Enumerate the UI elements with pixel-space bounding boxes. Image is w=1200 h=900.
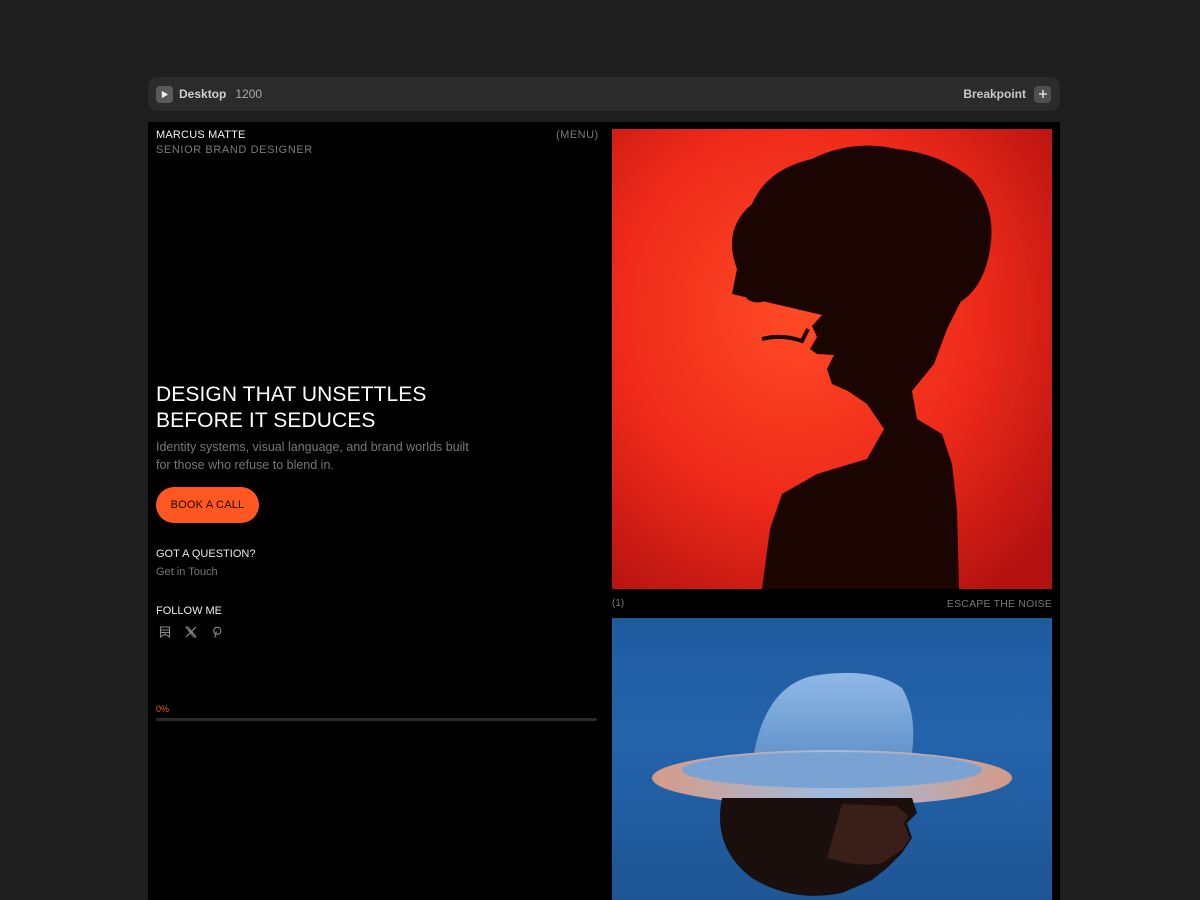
gallery-item-caption: ESCAPE THE NOISE <box>946 598 1052 610</box>
silhouette-profile-image <box>612 129 1052 589</box>
add-breakpoint-button[interactable] <box>1034 85 1051 103</box>
pinterest-icon[interactable] <box>210 625 224 639</box>
menu-button[interactable]: (MENU) <box>556 129 599 141</box>
bookmark-icon[interactable] <box>158 625 172 639</box>
site-preview-frame: MARCUS MATTE SENIOR BRAND DESIGNER (MENU… <box>148 122 1060 900</box>
site-role: SENIOR BRAND DESIGNER <box>156 144 313 156</box>
preview-width-value[interactable]: 1200 <box>235 87 262 101</box>
follow-heading: FOLLOW ME <box>156 605 223 617</box>
play-icon <box>161 90 169 98</box>
portrait-blue-image[interactable] <box>612 618 1052 900</box>
question-heading: GOT A QUESTION? <box>156 548 256 560</box>
get-in-touch-link[interactable]: Get in Touch <box>156 566 218 578</box>
toolbar-right: Breakpoint <box>963 85 1051 103</box>
social-links <box>158 625 224 639</box>
breakpoint-label[interactable]: Breakpoint <box>963 87 1026 101</box>
preview-toolbar: Desktop 1200 Breakpoint <box>148 77 1060 111</box>
hero-title-line-1: DESIGN THAT UNSETTLES <box>156 383 427 406</box>
play-preview-button[interactable] <box>156 85 173 103</box>
toolbar-left: Desktop 1200 <box>156 85 262 103</box>
hero-subtitle: Identity systems, visual language, and b… <box>156 440 469 472</box>
site-name[interactable]: MARCUS MATTE <box>156 129 246 141</box>
portrait-red-image[interactable] <box>612 129 1052 589</box>
book-call-button[interactable]: BOOK A CALL <box>156 487 259 523</box>
x-icon[interactable] <box>184 625 198 639</box>
gallery-item-number: (1) <box>612 598 625 609</box>
progress-label: 0% <box>156 704 170 714</box>
plus-icon <box>1038 90 1047 98</box>
preview-device-label[interactable]: Desktop <box>179 87 226 101</box>
progress-bar <box>156 718 597 721</box>
hero-title-line-2: BEFORE IT SEDUCES <box>156 409 376 432</box>
hero-title: DESIGN THAT UNSETTLES BEFORE IT SEDUCES <box>156 382 486 434</box>
hat-silhouette-image <box>652 672 1012 896</box>
